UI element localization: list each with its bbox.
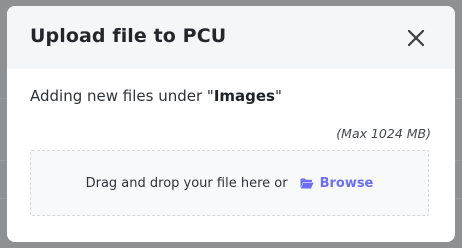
upload-dialog: Upload file to PCU Adding new files unde… <box>7 6 455 242</box>
subtitle-suffix: " <box>274 87 282 105</box>
folder-open-icon <box>300 178 314 188</box>
dropzone-text: Drag and drop your file here or <box>85 175 288 191</box>
background-divider <box>0 160 7 161</box>
background-divider <box>0 98 7 99</box>
background-divider <box>455 198 462 199</box>
file-dropzone[interactable]: Drag and drop your file here or Browse <box>30 150 429 216</box>
close-button[interactable] <box>403 25 429 51</box>
background-divider <box>455 160 462 161</box>
dropzone-content: Drag and drop your file here or Browse <box>31 151 428 215</box>
browse-button[interactable]: Browse <box>300 175 374 191</box>
browse-label: Browse <box>319 175 374 191</box>
background-divider <box>0 198 7 199</box>
upload-destination-text: Adding new files under "Images" <box>30 87 282 105</box>
max-size-label: (Max 1024 MB) <box>336 126 431 141</box>
dialog-title: Upload file to PCU <box>30 25 227 47</box>
close-icon <box>407 29 425 47</box>
folder-name: Images <box>213 87 275 105</box>
dialog-header: Upload file to PCU <box>7 6 455 69</box>
subtitle-prefix: Adding new files under " <box>30 87 214 105</box>
background-divider <box>455 98 462 99</box>
